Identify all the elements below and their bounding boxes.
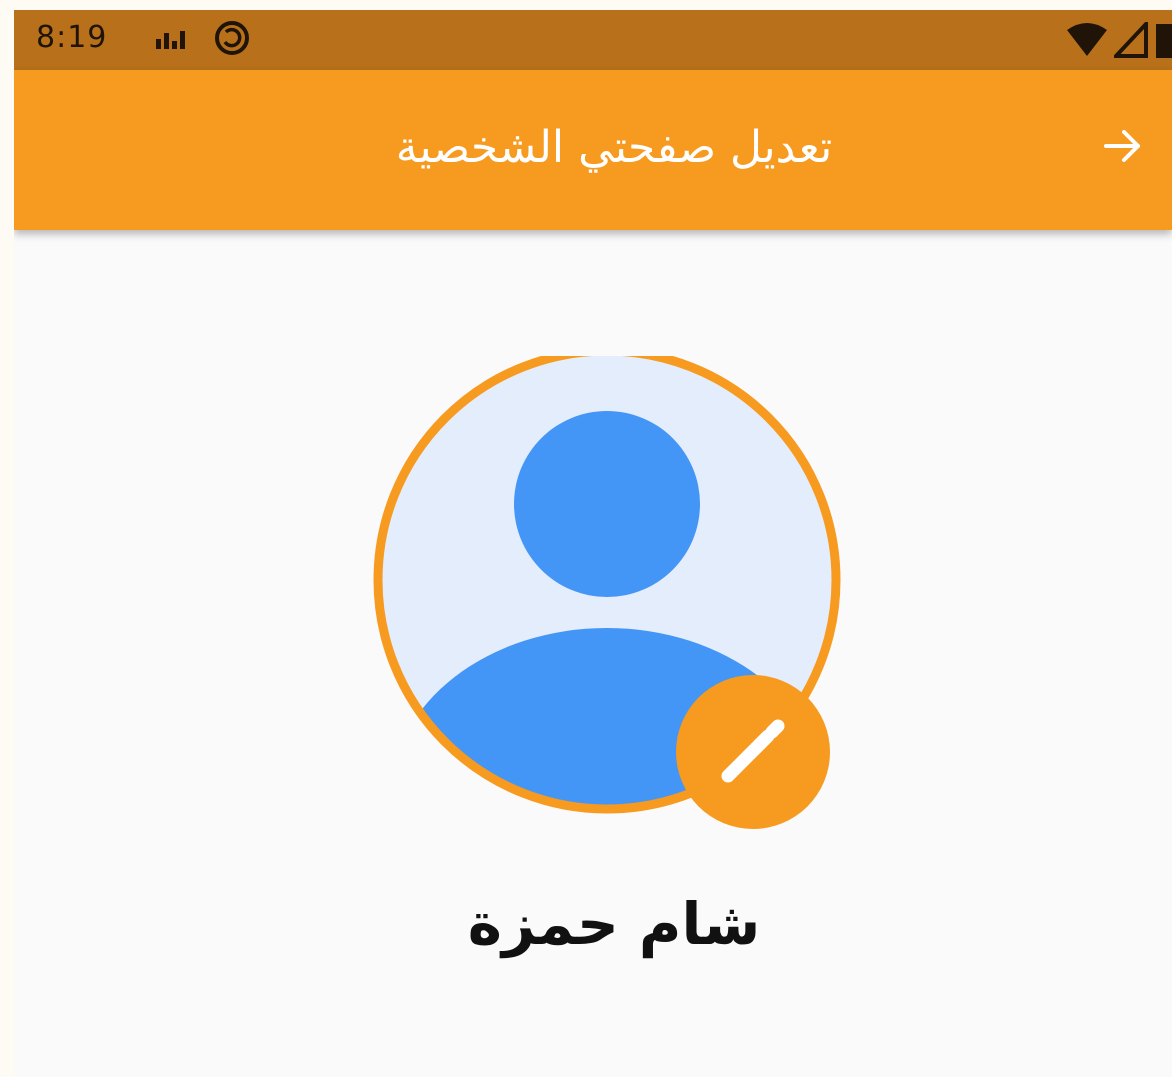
status-bar: 8:19	[14, 10, 1172, 70]
signal-bars-icon	[154, 23, 188, 57]
wifi-icon	[1066, 22, 1108, 62]
app-bar: تعديل صفحتي الشخصية	[14, 70, 1172, 230]
status-time: 8:19	[36, 20, 108, 55]
arrow-right-icon	[1100, 124, 1144, 172]
sync-icon	[212, 18, 252, 62]
screen: 8:19 تعديل صفحتي الشخصية شام حمزة	[14, 10, 1172, 1077]
back-button[interactable]	[1092, 118, 1152, 178]
cellular-icon	[1111, 18, 1148, 62]
status-right-icons	[1066, 18, 1172, 64]
status-left-icons	[154, 18, 252, 62]
page-title: تعديل صفحتي الشخصية	[395, 122, 833, 173]
battery-icon	[1154, 20, 1172, 64]
edit-avatar-button[interactable]	[676, 675, 830, 829]
user-name: شام حمزة	[467, 890, 761, 958]
profile-avatar[interactable]	[370, 346, 846, 832]
